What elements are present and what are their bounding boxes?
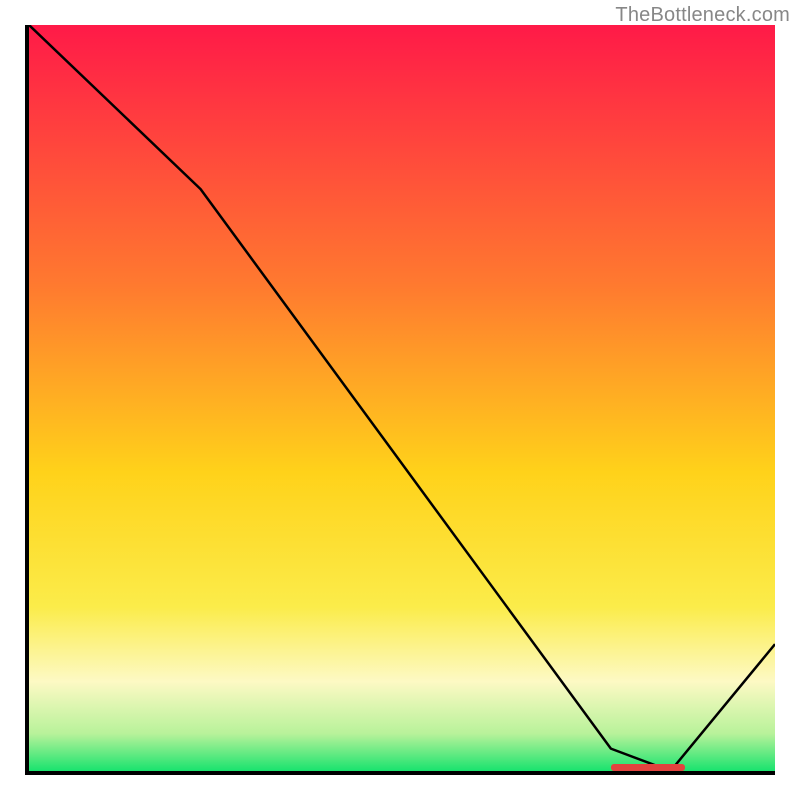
optimal-range-marker xyxy=(611,764,686,771)
chart-line-series xyxy=(29,25,775,771)
watermark-text: TheBottleneck.com xyxy=(615,4,790,27)
chart-plot-area xyxy=(25,25,775,775)
